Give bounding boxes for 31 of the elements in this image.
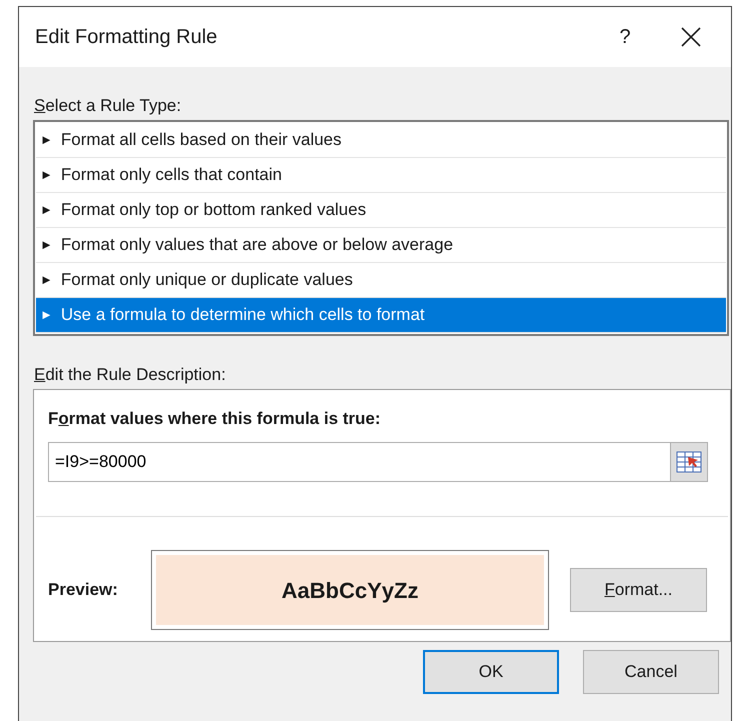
arrow-marker: ► <box>40 306 53 324</box>
item-label: Format only values that are above or below average <box>60 234 454 256</box>
arrow-marker: ► <box>40 201 53 220</box>
cancel-button[interactable]: Cancel <box>583 650 719 694</box>
close-icon <box>680 26 702 48</box>
arrow-marker: ► <box>40 131 53 150</box>
formula-label: Format values where this formula is true: <box>48 408 382 430</box>
preview-sample: AaBbCcYyZz <box>156 555 544 625</box>
item-label: Use a formula to determine which cells to format <box>60 304 425 326</box>
range-picker-button[interactable] <box>670 442 708 482</box>
formula-field[interactable]: =I9>=80000 <box>48 442 670 482</box>
rule-type-item[interactable]: ► Use a formula to determine which cells to format <box>36 298 726 333</box>
rule-type-item[interactable]: ► Format all cells based on their values <box>36 123 726 158</box>
item-label: Format only top or bottom ranked values <box>60 199 366 222</box>
arrow-marker: ► <box>40 236 53 254</box>
arrow-marker: ► <box>40 166 53 184</box>
rule-type-item[interactable]: ► Format only values that are above or below average <box>36 228 726 263</box>
section-label: Select a Rule Type: <box>33 95 182 117</box>
format-button[interactable]: Format... <box>570 568 707 612</box>
table-icon <box>676 451 702 473</box>
section-label: Edit the Rule Description: <box>33 364 227 386</box>
rule-type-item[interactable]: ► Format only top or bottom ranked values <box>36 193 726 228</box>
item-label: Format all cells based on their values <box>60 129 342 152</box>
window-title: Edit Formatting Rule <box>35 25 218 50</box>
rule-type-item[interactable]: ► Format only cells that contain <box>36 158 726 193</box>
item-label: Format only cells that contain <box>60 164 282 186</box>
help-button[interactable]: ? <box>605 22 645 52</box>
arrow-marker: ► <box>40 271 53 290</box>
item-label: Format only unique or duplicate values <box>60 269 353 292</box>
ok-button[interactable]: OK <box>423 650 559 694</box>
preview-label: Preview: <box>48 579 119 602</box>
